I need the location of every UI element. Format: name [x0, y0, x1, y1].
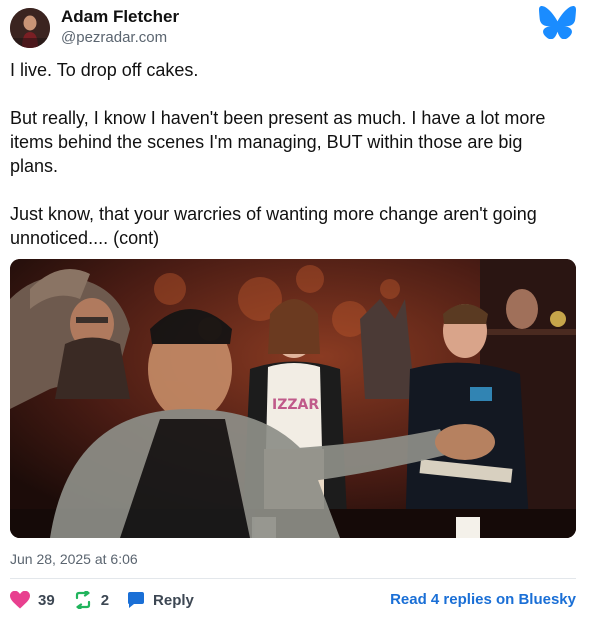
action-bar: 39 2 Reply: [10, 588, 212, 612]
speech-bubble-icon: [128, 592, 145, 608]
divider: [10, 578, 576, 579]
butterfly-icon[interactable]: [539, 6, 576, 39]
post-text: I live. To drop off cakes. But really, I…: [10, 58, 570, 274]
reply-label: Reply: [153, 591, 194, 609]
like-button[interactable]: 39: [10, 591, 55, 609]
avatar[interactable]: [10, 8, 50, 48]
heart-icon: [10, 591, 30, 609]
post-timestamp[interactable]: Jun 28, 2025 at 6:06: [10, 551, 138, 567]
post-card[interactable]: Adam Fletcher @pezradar.com I live. To d…: [0, 0, 592, 623]
post-paragraph: But really, I know I haven't been presen…: [10, 108, 546, 176]
reply-button[interactable]: Reply: [127, 591, 194, 609]
post-paragraph: Just know, that your warcries of wanting…: [10, 204, 537, 248]
repost-count: 2: [100, 591, 110, 609]
post-image[interactable]: IZZAR: [10, 259, 576, 538]
shirt-print: IZZAR: [272, 397, 319, 413]
photo-scene: IZZAR: [10, 259, 576, 538]
post-paragraph: I live. To drop off cakes.: [10, 60, 199, 80]
read-replies-link[interactable]: Read 4 replies on Bluesky: [390, 591, 576, 608]
like-count: 39: [38, 591, 55, 609]
repost-button[interactable]: 2: [73, 591, 109, 609]
author-name[interactable]: Adam Fletcher: [61, 7, 179, 27]
author-handle[interactable]: @pezradar.com: [61, 29, 167, 46]
repost-icon: [75, 591, 90, 609]
avatar-image: [10, 8, 50, 48]
